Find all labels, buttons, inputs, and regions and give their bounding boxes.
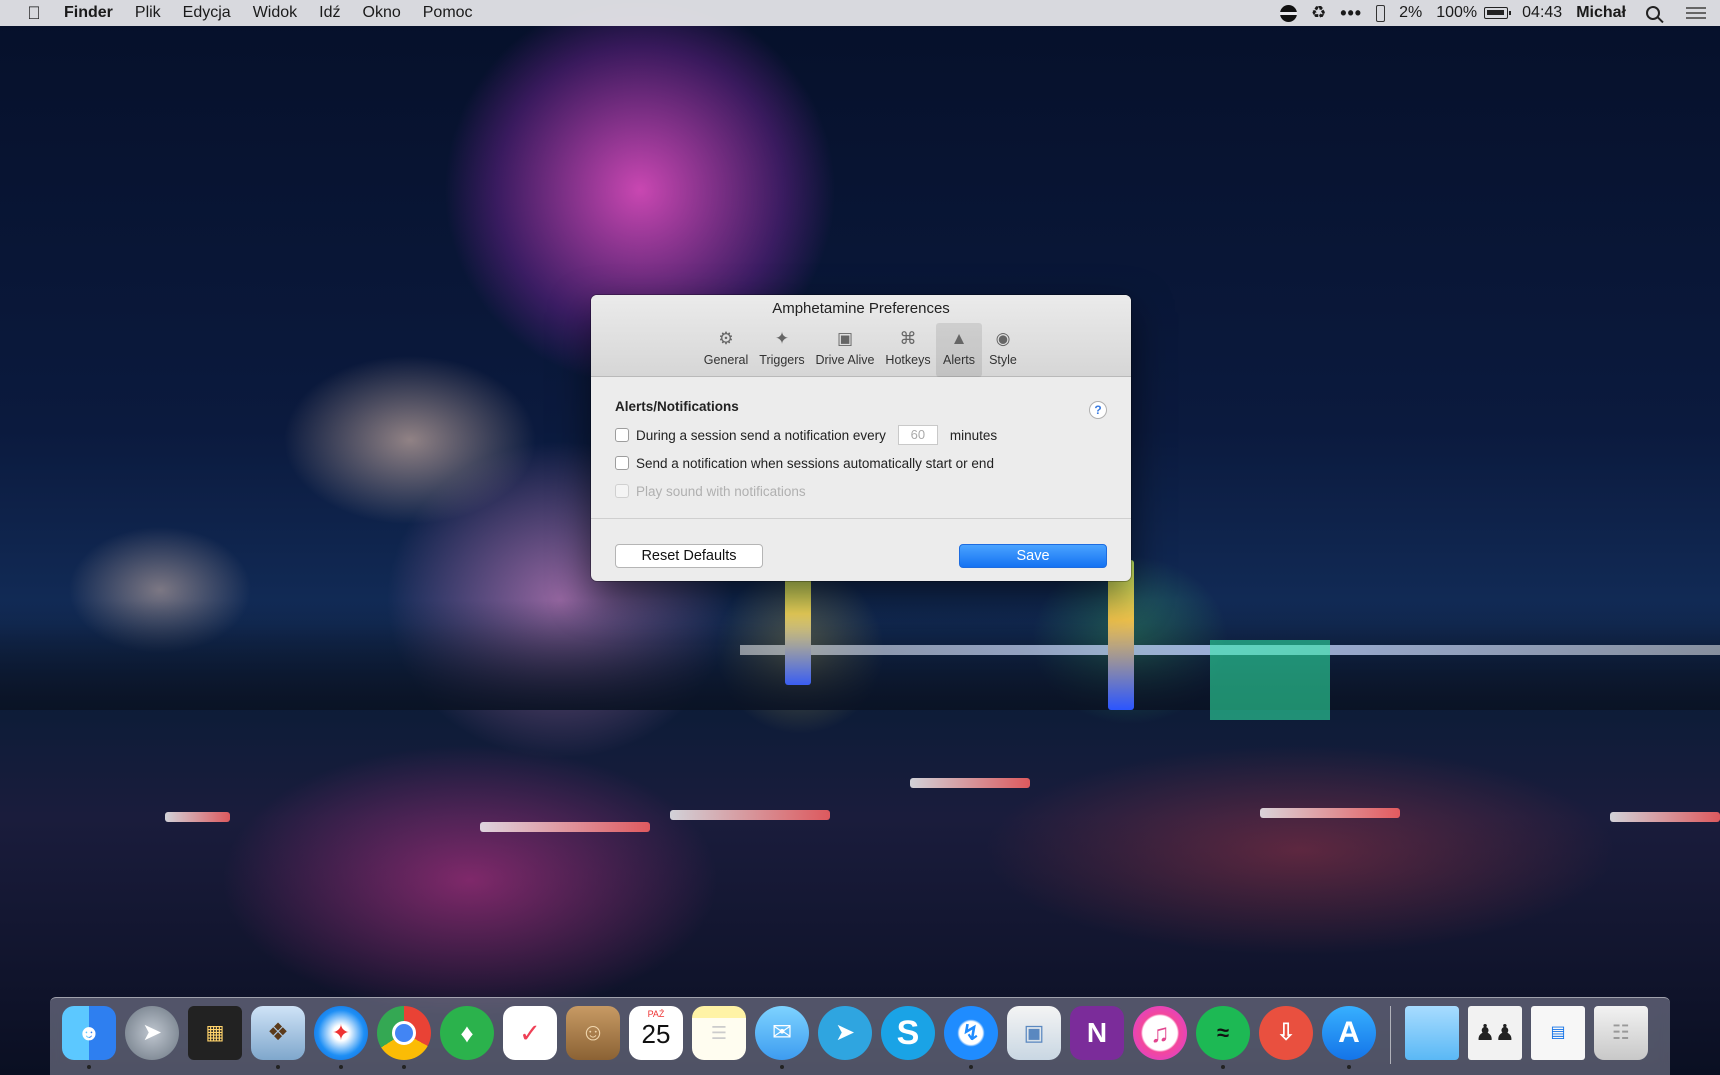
command-icon: ⌘ xyxy=(899,329,917,348)
more-icon[interactable]: ••• xyxy=(1340,3,1362,24)
notification-center-icon[interactable] xyxy=(1686,6,1706,20)
tab-label: Drive Alive xyxy=(815,353,875,367)
finder-icon[interactable]: ☻ xyxy=(62,1006,116,1069)
option-auto-session: Send a notification when sessions automa… xyxy=(615,453,1107,473)
dock: ☻ ➤ ▦ ❖ ✦ ♦ ✓ ☺ PAŹ 25 ☰ ✉ ➤ S ↯ ▣ N ♫ ≈… xyxy=(50,997,1670,1075)
amphetamine-status-icon[interactable] xyxy=(1279,4,1297,22)
pocket-icon[interactable]: ✓ xyxy=(503,1006,557,1060)
battery-percent: 100% xyxy=(1436,4,1478,21)
apple-icon[interactable]:  xyxy=(24,3,44,23)
battery-icon xyxy=(1484,7,1512,19)
preview-icon[interactable]: ❖ xyxy=(251,1006,305,1069)
calendar-icon[interactable]: PAŹ 25 xyxy=(629,1006,683,1060)
calendar-month: PAŹ xyxy=(647,1009,665,1019)
eye-icon: ◉ xyxy=(995,329,1011,348)
clock[interactable]: 04:43 xyxy=(1522,4,1562,22)
tab-general[interactable]: ⚙ General xyxy=(698,323,754,377)
play-sound-checkbox xyxy=(615,484,629,498)
button-bar: Reset Defaults Save xyxy=(591,519,1131,581)
menu-edycja[interactable]: Edycja xyxy=(183,4,231,22)
preferences-window: Amphetamine Preferences ⚙ General ✦ Trig… xyxy=(591,295,1131,581)
tab-drive-alive[interactable]: ▣ Drive Alive xyxy=(810,323,880,377)
drive-icon: ▣ xyxy=(836,329,854,348)
photo-app-icon[interactable]: ▣ xyxy=(1007,1006,1061,1060)
user-name[interactable]: Michał xyxy=(1576,4,1626,22)
alerts-panel: Alerts/Notifications ? During a session … xyxy=(591,377,1131,501)
messages-icon[interactable]: ✉ xyxy=(755,1006,809,1069)
chrome-icon[interactable] xyxy=(377,1006,431,1069)
tab-label: Hotkeys xyxy=(885,353,931,367)
menu-widok[interactable]: Widok xyxy=(253,4,297,22)
menu-app-name[interactable]: Finder xyxy=(64,4,113,22)
launchpad-icon[interactable]: ➤ xyxy=(125,1006,179,1060)
wallpaper-boat xyxy=(1610,812,1720,822)
notify-every-checkbox[interactable] xyxy=(615,428,629,442)
downloader-icon[interactable]: ⇩ xyxy=(1259,1006,1313,1060)
trash-icon[interactable]: ☷ xyxy=(1594,1006,1648,1060)
wallpaper-boat xyxy=(910,778,1030,788)
help-button[interactable]: ? xyxy=(1089,401,1107,419)
menu-bar:  Finder Plik Edycja Widok Idź Okno Pomo… xyxy=(0,0,1720,26)
tab-label: General xyxy=(703,353,749,367)
notify-every-label[interactable]: During a session send a notification eve… xyxy=(636,428,886,443)
menu-plik[interactable]: Plik xyxy=(135,4,161,22)
tab-alerts[interactable]: ▲ Alerts xyxy=(936,323,982,377)
notify-minutes-field[interactable]: 60 xyxy=(897,425,938,445)
notify-minutes-unit: minutes xyxy=(949,427,998,443)
calendar-day: 25 xyxy=(641,1019,671,1049)
menu-pomoc[interactable]: Pomoc xyxy=(423,4,473,22)
preferences-toolbar: ⚙ General ✦ Triggers ▣ Drive Alive ⌘ Hot… xyxy=(591,323,1131,377)
dock-separator xyxy=(1390,1006,1391,1064)
wand-icon: ✦ xyxy=(774,329,790,348)
messenger-icon[interactable]: ↯ xyxy=(944,1006,998,1069)
tab-label: Alerts xyxy=(943,353,975,367)
tab-label: Triggers xyxy=(759,353,805,367)
tab-triggers[interactable]: ✦ Triggers xyxy=(754,323,810,377)
spotify-icon[interactable]: ≈ xyxy=(1196,1006,1250,1069)
skype-icon[interactable]: S xyxy=(881,1006,935,1060)
auto-session-checkbox[interactable] xyxy=(615,456,629,470)
battery-status[interactable]: 100% xyxy=(1436,4,1512,22)
wallpaper-bridge-tower xyxy=(1108,560,1134,710)
save-button[interactable]: Save xyxy=(959,544,1107,568)
mission-control-icon[interactable]: ▦ xyxy=(188,1006,242,1060)
wallpaper-building xyxy=(1210,640,1330,720)
gear-icon: ⚙ xyxy=(718,329,734,348)
app-store-icon[interactable]: A xyxy=(1322,1006,1376,1069)
menu-idz[interactable]: Idź xyxy=(319,4,340,22)
onenote-icon[interactable]: N xyxy=(1070,1006,1124,1060)
window-title: Amphetamine Preferences xyxy=(772,300,950,317)
bell-icon: ▲ xyxy=(950,329,968,348)
wallpaper-boat xyxy=(670,810,830,820)
notes-icon[interactable]: ☰ xyxy=(692,1006,746,1060)
section-title: Alerts/Notifications xyxy=(615,399,739,414)
downloads-stack-icon[interactable]: ▤ xyxy=(1531,1006,1585,1060)
feedly-icon[interactable]: ♦ xyxy=(440,1006,494,1060)
tab-hotkeys[interactable]: ⌘ Hotkeys xyxy=(880,323,936,377)
safari-icon[interactable]: ✦ xyxy=(314,1006,368,1069)
menu-okno[interactable]: Okno xyxy=(363,4,401,22)
wallpaper-boat xyxy=(480,822,650,832)
phone-icon[interactable] xyxy=(1376,4,1386,22)
auto-session-label[interactable]: Send a notification when sessions automa… xyxy=(636,456,994,471)
status-percent[interactable]: 2% xyxy=(1399,4,1422,22)
wallpaper-boat xyxy=(1260,808,1400,818)
wallpaper-skyline xyxy=(0,600,1720,710)
spotlight-search-icon[interactable] xyxy=(1646,6,1660,20)
option-notify-every: During a session send a notification eve… xyxy=(615,425,1107,445)
itunes-icon[interactable]: ♫ xyxy=(1133,1006,1187,1060)
option-play-sound: Play sound with notifications xyxy=(615,481,1107,501)
wallpaper-boat xyxy=(165,812,230,822)
folder-icon[interactable] xyxy=(1405,1006,1459,1060)
window-titlebar[interactable]: Amphetamine Preferences ⚙ General ✦ Trig… xyxy=(591,295,1131,377)
telegram-icon[interactable]: ➤ xyxy=(818,1006,872,1060)
reset-defaults-button[interactable]: Reset Defaults xyxy=(615,544,763,568)
contacts-icon[interactable]: ☺ xyxy=(566,1006,620,1060)
tab-label: Style xyxy=(989,353,1017,367)
tab-style[interactable]: ◉ Style xyxy=(982,323,1024,377)
play-sound-label: Play sound with notifications xyxy=(636,483,806,499)
sync-icon[interactable]: ♻ xyxy=(1311,3,1326,23)
stack-icon[interactable]: ♟♟ xyxy=(1468,1006,1522,1060)
